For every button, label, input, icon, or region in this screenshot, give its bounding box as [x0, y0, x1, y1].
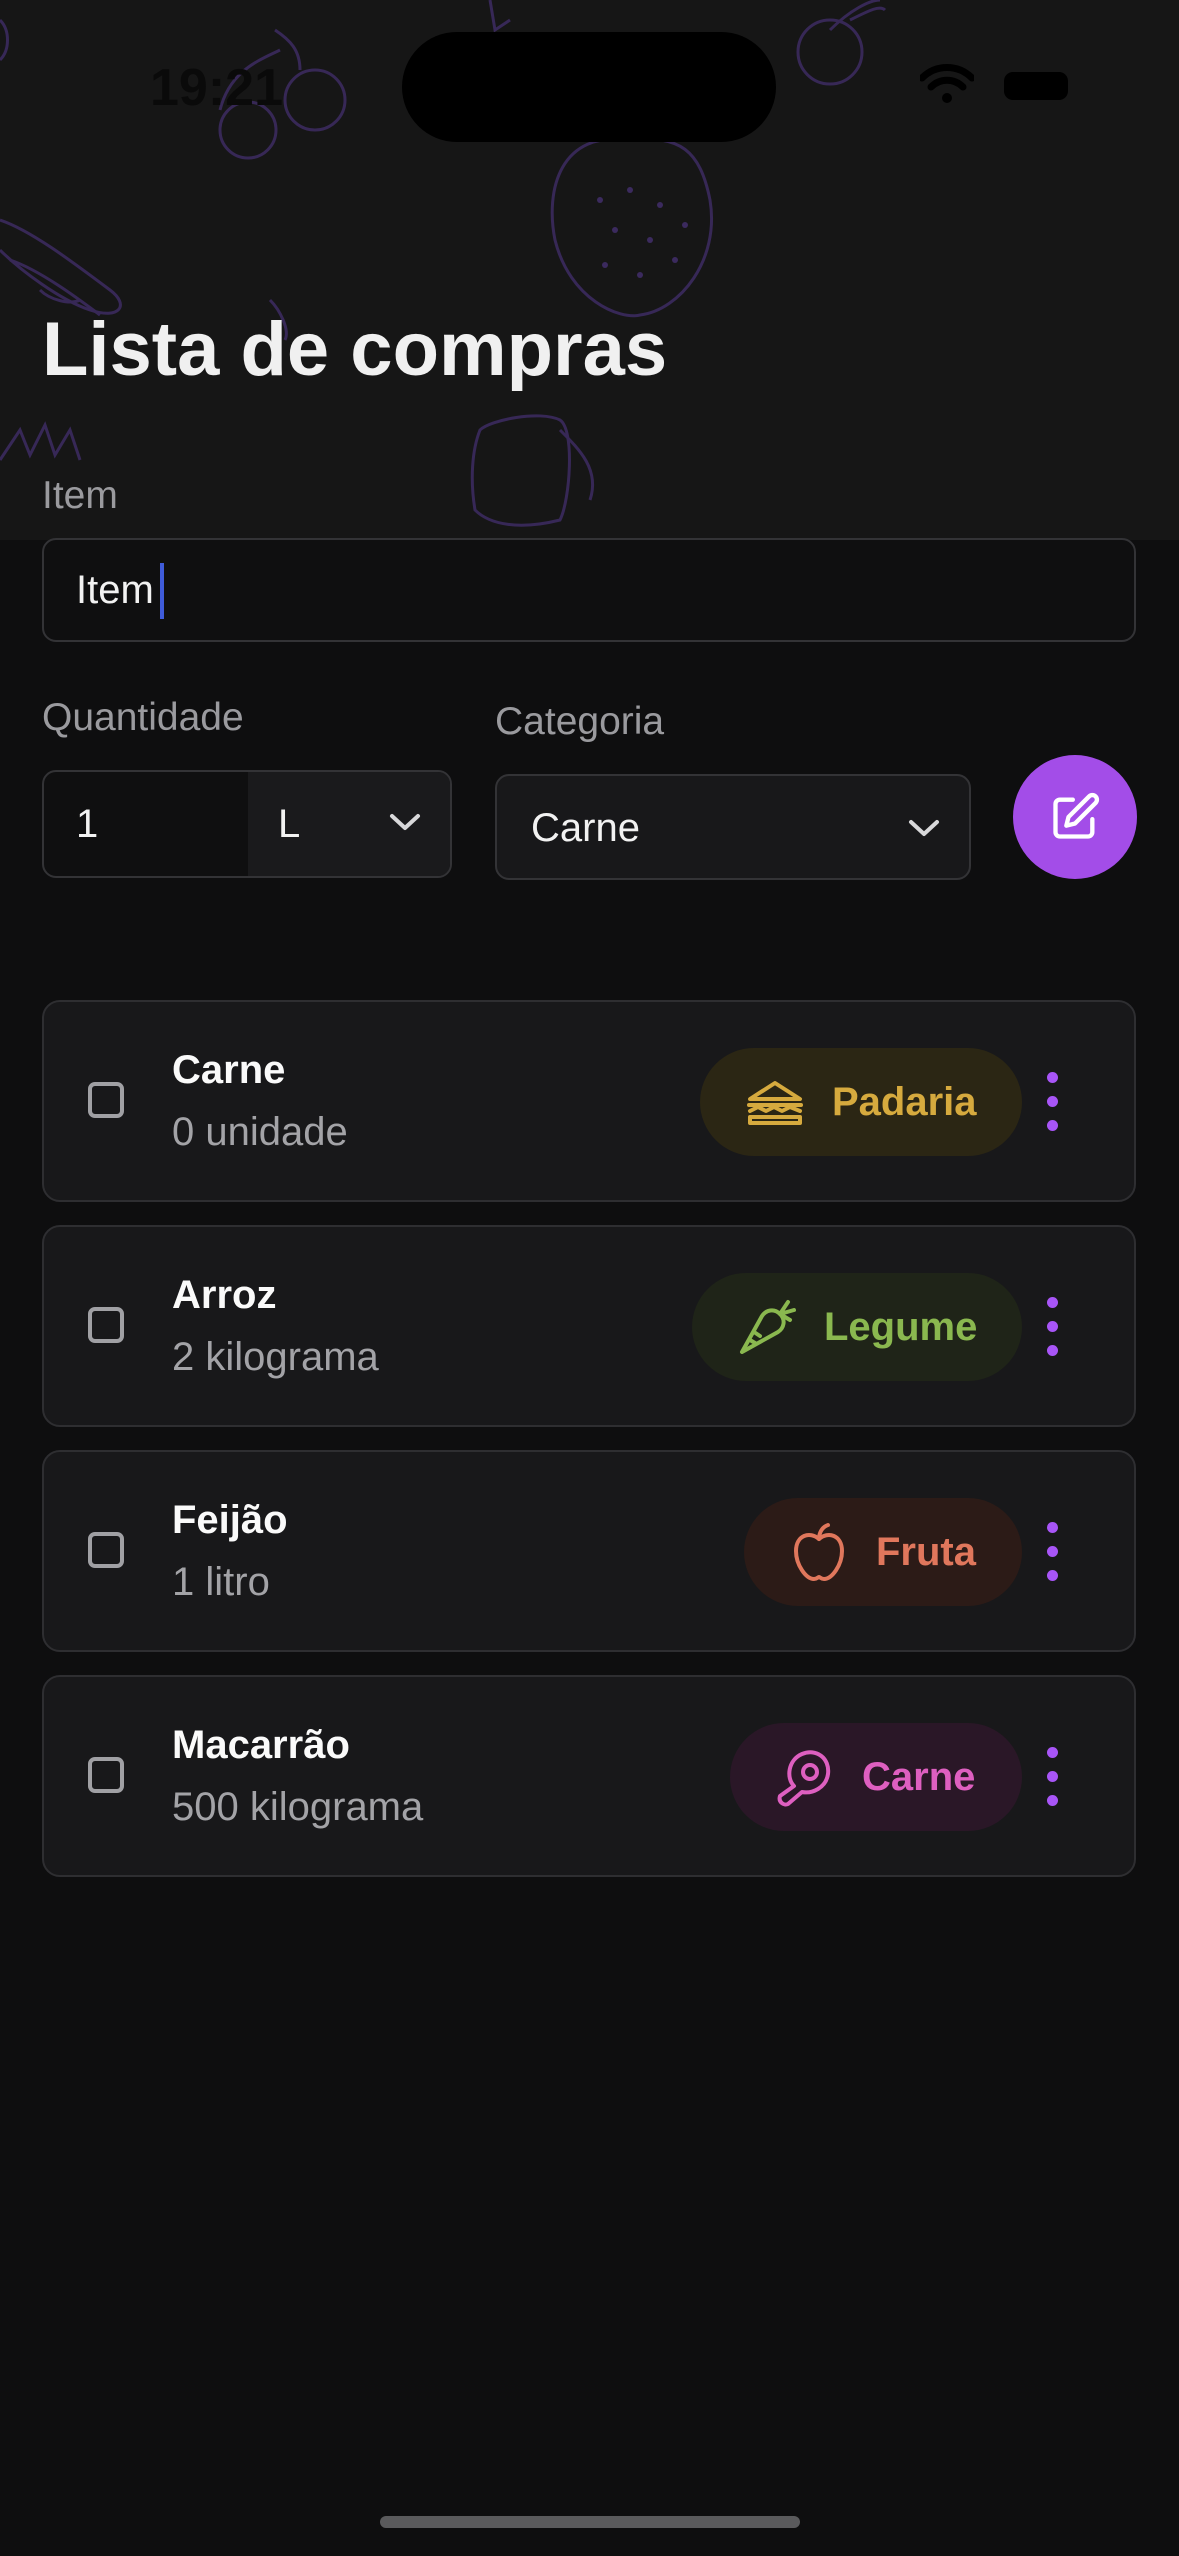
item-checkbox[interactable]	[88, 1532, 124, 1568]
item-name: Arroz	[172, 1273, 277, 1317]
dynamic-island	[402, 32, 776, 142]
item-checkbox[interactable]	[88, 1757, 124, 1793]
item-name: Feijão	[172, 1498, 288, 1542]
item-name: Carne	[172, 1048, 286, 1092]
battery-icon	[1004, 72, 1068, 100]
home-indicator	[380, 2516, 800, 2528]
category-badge: Padaria	[700, 1048, 1022, 1156]
item-quantity: 500 kilograma	[172, 1785, 424, 1829]
chevron-down-icon	[909, 820, 939, 836]
carrot-icon	[740, 1300, 796, 1354]
list-item: Feijão 1 litro Fruta	[42, 1450, 1136, 1652]
unit-select-value: L	[278, 802, 301, 846]
list-item: Carne 0 unidade Padaria	[42, 1000, 1136, 1202]
category-select-value: Carne	[531, 806, 640, 850]
item-quantity: 2 kilograma	[172, 1335, 379, 1379]
list-item: Macarrão 500 kilograma Carne	[42, 1675, 1136, 1877]
category-badge: Legume	[692, 1273, 1022, 1381]
text-cursor	[160, 563, 164, 619]
category-badge: Carne	[730, 1723, 1022, 1831]
item-quantity: 1 litro	[172, 1560, 270, 1604]
item-name: Macarrão	[172, 1723, 350, 1767]
save-item-button[interactable]	[1013, 755, 1137, 879]
item-checkbox[interactable]	[88, 1307, 124, 1343]
status-bar-time: 19:21	[150, 59, 283, 117]
item-checkbox[interactable]	[88, 1082, 124, 1118]
category-badge: Fruta	[744, 1498, 1022, 1606]
list-item: Arroz 2 kilograma Legume	[42, 1225, 1136, 1427]
wifi-icon	[920, 64, 974, 103]
more-options-button[interactable]	[1044, 1072, 1064, 1132]
sandwich-icon	[747, 1081, 803, 1125]
quantity-field: 1 L	[42, 770, 452, 878]
item-quantity: 0 unidade	[172, 1110, 348, 1154]
more-options-button[interactable]	[1044, 1297, 1064, 1357]
item-input[interactable]	[42, 538, 1136, 642]
category-label: Categoria	[495, 700, 665, 743]
unit-select[interactable]: L	[248, 772, 450, 876]
category-badge-label: Padaria	[832, 1079, 977, 1124]
category-badge-label: Legume	[824, 1304, 978, 1349]
category-select[interactable]: Carne	[495, 774, 971, 880]
edit-icon	[1053, 792, 1100, 839]
more-options-button[interactable]	[1044, 1747, 1064, 1807]
chevron-down-icon	[390, 814, 420, 830]
quantity-label: Quantidade	[42, 696, 244, 739]
category-badge-label: Fruta	[876, 1529, 976, 1574]
meat-icon	[777, 1750, 831, 1807]
apple-icon	[794, 1523, 844, 1581]
category-badge-label: Carne	[862, 1754, 976, 1799]
item-label: Item	[42, 474, 118, 517]
more-options-button[interactable]	[1044, 1522, 1064, 1582]
page-title: Lista de compras	[42, 307, 668, 392]
quantity-input[interactable]: 1	[76, 802, 98, 847]
